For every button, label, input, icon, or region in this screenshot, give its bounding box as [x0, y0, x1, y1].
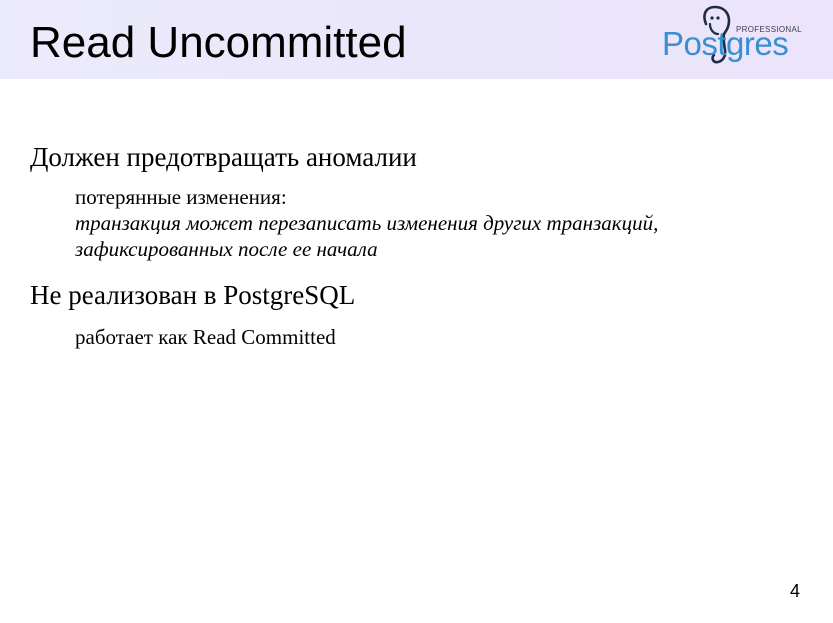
section-line: работает как Read Committed [75, 325, 336, 349]
page-number: 4 [789, 581, 800, 601]
slide: Read Uncommitted PROFESSIONAL Postgres Д… [0, 0, 833, 623]
slide-content: Должен предотвращать аномалии потерянные… [0, 0, 833, 623]
section-line: потерянные изменения: [75, 185, 287, 209]
section-line-italic: транзакция может перезаписать изменения … [75, 211, 659, 235]
section-line-italic: зафиксированных после ее начала [75, 237, 378, 261]
section-heading: Не реализован в PostgreSQL [30, 280, 356, 310]
section-heading: Должен предотвращать аномалии [30, 142, 417, 172]
